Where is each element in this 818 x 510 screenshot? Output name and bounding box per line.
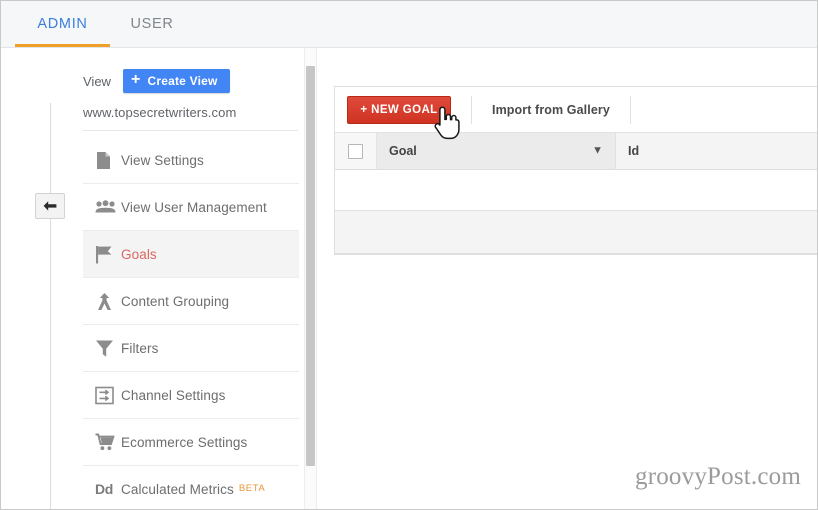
document-icon bbox=[83, 151, 121, 170]
dd-glyph-icon: Dd bbox=[83, 481, 121, 497]
toolbar-divider bbox=[471, 95, 472, 124]
sidebar-divider bbox=[83, 130, 298, 131]
column-header-goal-label: Goal bbox=[389, 144, 417, 158]
view-label: View bbox=[83, 73, 111, 89]
dd-glyph-text: Dd bbox=[95, 481, 114, 497]
google-analytics-admin-screen: ADMIN USER View + Create View www.topsec… bbox=[0, 0, 818, 510]
sidebar-item-view-settings[interactable]: View Settings bbox=[83, 137, 299, 184]
sidebar-item-label: Channel Settings bbox=[121, 387, 226, 403]
sidebar-rail-line bbox=[50, 103, 51, 509]
import-from-gallery-link[interactable]: Import from Gallery bbox=[492, 103, 610, 117]
shopping-cart-icon bbox=[83, 433, 121, 451]
groovypost-watermark: groovyPost.com bbox=[635, 463, 801, 490]
sidebar-nav-list: View Settings View User Management Goals… bbox=[83, 137, 299, 509]
top-tab-bar: ADMIN USER bbox=[1, 1, 817, 48]
checkbox-icon[interactable] bbox=[348, 143, 363, 159]
goals-card: + NEW GOAL Import from Gallery Goal ▼ Id bbox=[334, 86, 817, 255]
table-row-empty bbox=[335, 169, 817, 211]
sidebar-item-label: Calculated Metrics bbox=[121, 481, 234, 497]
tab-admin[interactable]: ADMIN bbox=[15, 1, 110, 47]
channel-arrows-icon bbox=[83, 386, 121, 405]
people-icon bbox=[83, 200, 121, 214]
sidebar-item-filters[interactable]: Filters bbox=[83, 325, 299, 372]
sidebar-scrollbar-thumb[interactable] bbox=[306, 66, 315, 466]
goals-toolbar: + NEW GOAL Import from Gallery bbox=[335, 87, 817, 133]
table-cell bbox=[376, 169, 616, 211]
table-cell bbox=[615, 210, 817, 254]
view-selector-row: View + Create View bbox=[83, 69, 230, 93]
goals-table-header: Goal ▼ Id bbox=[335, 133, 817, 170]
new-goal-button[interactable]: + NEW GOAL bbox=[347, 95, 451, 124]
collapse-sidebar-button[interactable] bbox=[35, 193, 65, 219]
sidebar-item-label: Goals bbox=[121, 246, 157, 262]
flag-icon bbox=[83, 245, 121, 264]
active-tab-underline bbox=[15, 44, 110, 47]
sidebar-item-channel-settings[interactable]: Channel Settings bbox=[83, 372, 299, 419]
merge-arrow-icon bbox=[83, 292, 121, 311]
sidebar-item-label: View Settings bbox=[121, 152, 204, 168]
admin-sidebar: View + Create View www.topsecretwriters.… bbox=[1, 48, 306, 509]
table-cell bbox=[335, 169, 377, 211]
main-content: + NEW GOAL Import from Gallery Goal ▼ Id… bbox=[318, 48, 817, 509]
table-cell bbox=[335, 210, 377, 254]
create-view-button[interactable]: + Create View bbox=[122, 69, 230, 93]
sidebar-item-view-user-management[interactable]: View User Management bbox=[83, 184, 299, 231]
table-cell bbox=[615, 169, 817, 211]
arrow-left-icon bbox=[42, 200, 58, 212]
sidebar-item-calculated-metrics[interactable]: Dd Calculated Metrics BETA bbox=[83, 466, 299, 509]
column-header-goal[interactable]: Goal ▼ bbox=[376, 133, 616, 170]
plus-icon: + bbox=[130, 71, 141, 88]
sidebar-item-label: Content Grouping bbox=[121, 293, 230, 309]
goals-table-body bbox=[335, 169, 817, 254]
column-header-id[interactable]: Id bbox=[615, 133, 817, 170]
sidebar-item-label: View User Management bbox=[121, 199, 267, 215]
arrow-down-icon: ▼ bbox=[592, 144, 603, 157]
sidebar-item-ecommerce-settings[interactable]: Ecommerce Settings bbox=[83, 419, 299, 466]
beta-badge: BETA bbox=[238, 482, 266, 494]
sidebar-item-content-grouping[interactable]: Content Grouping bbox=[83, 278, 299, 325]
funnel-icon bbox=[83, 339, 121, 358]
table-cell bbox=[376, 210, 616, 254]
table-header-row: Goal ▼ Id bbox=[335, 133, 817, 170]
view-account-name: www.topsecretwriters.com bbox=[83, 105, 237, 120]
goals-table: Goal ▼ Id bbox=[335, 133, 817, 254]
tab-user[interactable]: USER bbox=[111, 1, 193, 47]
sidebar-item-goals[interactable]: Goals bbox=[83, 231, 299, 278]
create-view-label: Create View bbox=[147, 74, 218, 88]
sidebar-item-label: Ecommerce Settings bbox=[121, 434, 248, 450]
sidebar-item-label: Filters bbox=[121, 340, 159, 356]
column-header-id-label: Id bbox=[628, 144, 640, 158]
toolbar-divider bbox=[629, 95, 631, 124]
select-all-header bbox=[335, 133, 377, 170]
table-footer-row bbox=[335, 210, 817, 254]
